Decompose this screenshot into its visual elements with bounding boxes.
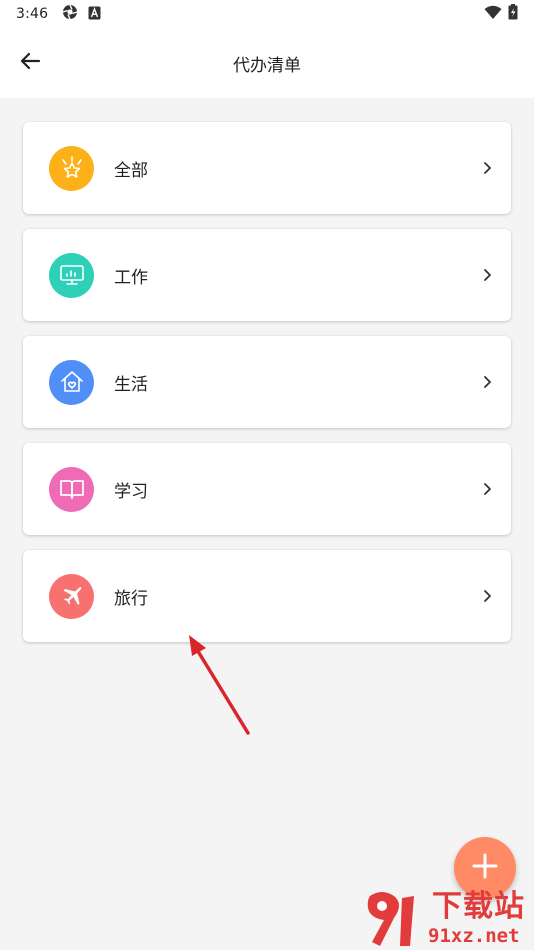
plus-icon xyxy=(472,853,498,883)
app-notification-icon xyxy=(88,5,101,24)
category-card-life[interactable]: 生活 xyxy=(23,336,511,428)
category-list: 全部 工作 生活 学习 旅行 xyxy=(23,122,511,657)
app-header: 代办清单 xyxy=(0,28,534,98)
category-card-work[interactable]: 工作 xyxy=(23,229,511,321)
monitor-chart-icon xyxy=(49,252,94,298)
watermark-logo-icon xyxy=(367,892,414,946)
chevron-right-icon xyxy=(481,160,493,176)
category-card-travel[interactable]: 旅行 xyxy=(23,550,511,642)
chevron-right-icon xyxy=(481,374,493,390)
watermark-text-top: 下载站 xyxy=(432,889,525,924)
category-card-all[interactable]: 全部 xyxy=(23,122,511,214)
battery-icon xyxy=(508,4,518,24)
crown-star-icon xyxy=(49,145,94,191)
status-time: 3:46 xyxy=(16,6,49,22)
status-bar: 3:46 xyxy=(0,0,534,28)
home-heart-icon xyxy=(49,359,94,405)
airplane-icon xyxy=(49,573,94,619)
book-icon xyxy=(49,466,94,512)
page-title: 代办清单 xyxy=(233,55,301,76)
category-card-study[interactable]: 学习 xyxy=(23,443,511,535)
status-system-icons xyxy=(484,4,518,24)
chevron-right-icon xyxy=(481,267,493,283)
annotation-arrow xyxy=(180,630,260,744)
chevron-right-icon xyxy=(481,588,493,604)
category-label: 全部 xyxy=(114,160,148,181)
category-label: 生活 xyxy=(114,374,148,395)
category-label: 工作 xyxy=(114,267,148,288)
watermark: 下载站 91xz.net xyxy=(362,888,534,950)
aperture-icon xyxy=(62,4,78,24)
watermark-text-bottom: 91xz.net xyxy=(428,925,520,947)
category-label: 旅行 xyxy=(114,588,148,609)
status-notification-icons xyxy=(62,4,101,24)
wifi-icon xyxy=(484,5,502,24)
chevron-right-icon xyxy=(481,481,493,497)
category-label: 学习 xyxy=(114,481,148,502)
